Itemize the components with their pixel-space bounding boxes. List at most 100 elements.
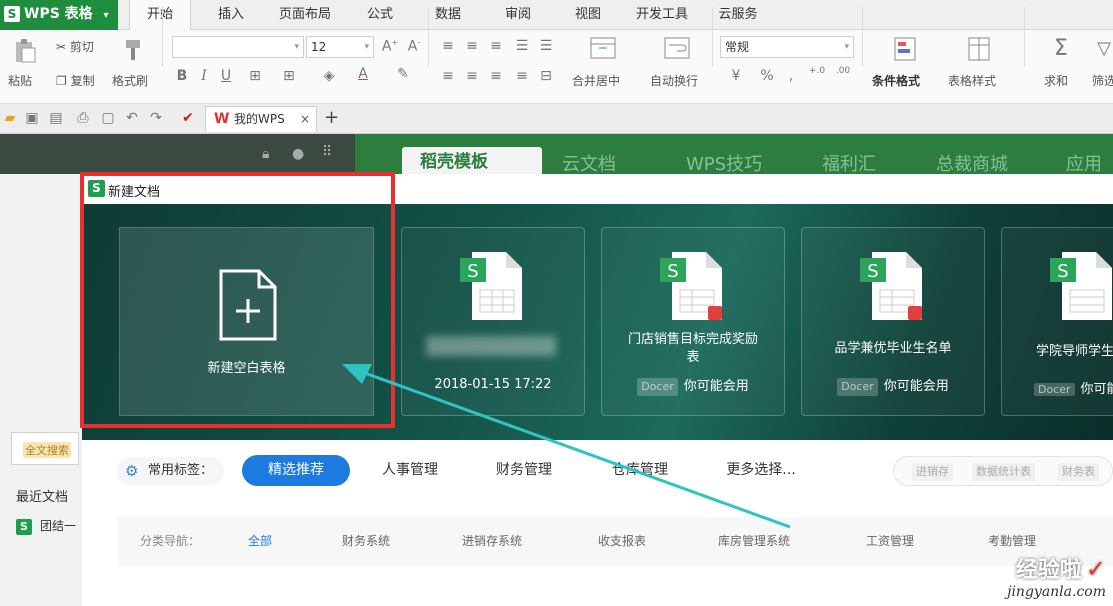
align-right-icon[interactable]: ≡ [486,68,506,84]
paste-icon[interactable] [10,38,40,66]
template-card[interactable]: S 品学兼优毕业生名单 Docer 你可能会用 [801,227,985,416]
tab-data[interactable]: 数据 [424,0,472,30]
divider [862,7,863,67]
search-tag[interactable]: 财务表 [1058,463,1099,481]
tab-page-layout[interactable]: 页面布局 [268,0,342,30]
category-item[interactable]: 库房管理系统 [718,532,790,549]
tab-insert[interactable]: 插入 [206,0,256,30]
grow-font-icon[interactable]: A+ [380,38,400,55]
paste-label[interactable]: 粘贴 [8,72,32,89]
tag-hr[interactable]: 人事管理 [372,455,448,486]
font-name-select[interactable]: ▾ [172,36,304,58]
clear-format-icon[interactable]: ✎ [392,66,414,82]
template-title: 门店销售目标完成奖励表 [627,332,758,365]
scissors-icon: ✂ [56,40,67,54]
save-icon[interactable]: ▣ [24,110,40,126]
template-card[interactable]: S 学院导师学生 Docer你可能 [1001,227,1113,416]
underline-button[interactable]: U [218,68,234,84]
shrink-font-icon[interactable]: A- [404,38,424,55]
undo-icon[interactable]: ↶ [124,110,140,126]
sum-icon[interactable]: Σ [1048,36,1074,61]
font-size-select[interactable]: 12 ▾ [306,36,374,58]
table-style-label[interactable]: 表格样式 [948,72,996,89]
conditional-format-icon[interactable] [890,36,920,64]
lock-icon[interactable]: 🔒︎ [262,146,269,162]
customize-icon[interactable]: ✔ [180,110,196,126]
italic-button[interactable]: I [196,68,212,84]
merge-center-icon[interactable] [588,36,618,64]
outdent-icon[interactable]: ☰ [536,38,556,54]
fill-color-icon[interactable]: ◈ [318,68,340,84]
docer-tag: Docer [637,378,678,396]
redo-icon[interactable]: ↷ [148,110,164,126]
distributed-icon[interactable]: ⊟ [536,68,556,84]
tag-warehouse[interactable]: 仓库管理 [602,455,678,486]
tag-more[interactable]: 更多选择... [716,455,806,486]
filter-icon[interactable]: ▽ [1094,38,1113,59]
format-painter-icon[interactable] [118,38,148,66]
decrease-decimal-icon[interactable]: .00 [832,66,854,76]
new-blank-spreadsheet-button[interactable]: 新建空白表格 [119,227,374,416]
currency-icon[interactable]: ¥ [724,68,748,84]
number-format-select[interactable]: 常规 ▾ [720,36,854,58]
copy-button[interactable]: ❐ 复制 [56,72,95,89]
category-item[interactable]: 收支报表 [598,532,646,549]
wrap-text-label[interactable]: 自动换行 [650,72,698,89]
template-card[interactable]: S 门店销售目标完成奖励表 Docer 你可能会用 [601,227,785,416]
full-text-search-button[interactable]: 全文搜索 [11,432,79,465]
blurred-title [426,336,556,356]
align-center-icon[interactable]: ≡ [462,68,482,84]
wrap-text-icon[interactable] [662,36,692,64]
category-item[interactable]: 财务系统 [342,532,390,549]
category-all[interactable]: 全部 [248,532,272,549]
template-card[interactable]: S 2018-01-15 17:22 [401,227,585,416]
table-style-icon[interactable] [964,36,994,64]
font-color-icon[interactable]: A [352,66,374,82]
svg-text:S: S [467,261,478,282]
thousands-icon[interactable]: , [784,68,798,84]
close-icon[interactable]: × [300,107,310,131]
common-tags-button[interactable]: ⚙ 常用标签： [116,457,224,485]
align-middle-icon[interactable]: ≡ [462,38,482,54]
filter-label[interactable]: 筛选 [1092,72,1113,89]
sum-label[interactable]: 求和 [1044,72,1068,89]
conditional-format-label[interactable]: 条件格式 [872,72,920,89]
category-item[interactable]: 进销存系统 [462,532,522,549]
tag-finance[interactable]: 财务管理 [486,455,562,486]
doc-tab-my-wps[interactable]: W 我的WPS × [205,106,317,132]
cut-button[interactable]: ✂ 剪切 [56,38,94,55]
format-painter-label[interactable]: 格式刷 [112,72,148,89]
increase-decimal-icon[interactable]: +.0 [806,66,828,76]
grid-apps-icon[interactable]: ⠿ [322,144,332,160]
border-icon[interactable]: ⊞ [244,68,266,84]
category-item[interactable]: 考勤管理 [988,532,1036,549]
dialog-title: 新建文档 [108,185,161,200]
print-preview-icon[interactable]: ▢ [100,110,116,126]
chat-icon[interactable]: ● [292,146,304,162]
align-top-icon[interactable]: ≡ [438,38,458,54]
tab-cloud[interactable]: 云服务 [709,0,767,30]
tab-start[interactable]: 开始 [129,0,191,31]
app-menu-button[interactable]: S WPS 表格 ▾ [0,0,118,30]
indent-icon[interactable]: ☰ [512,38,532,54]
search-tag[interactable]: 进销存 [912,463,953,481]
print-icon[interactable]: ⎙ [74,110,92,126]
category-item[interactable]: 工资管理 [866,532,914,549]
align-left-icon[interactable]: ≡ [438,68,458,84]
recent-doc-item[interactable]: S 团结一 [16,517,76,535]
open-folder-icon[interactable]: ▰ [2,110,18,126]
bold-button[interactable]: B [174,68,190,84]
percent-button[interactable]: % [758,68,776,84]
search-tag[interactable]: 数据统计表 [972,463,1035,481]
save-as-icon[interactable]: ▤ [48,110,64,126]
align-bottom-icon[interactable]: ≡ [486,38,506,54]
tab-developer[interactable]: 开发工具 [628,0,696,30]
tab-view[interactable]: 视图 [564,0,612,30]
add-tab-button[interactable]: + [324,107,339,128]
justify-icon[interactable]: ≡ [512,68,532,84]
tab-formula[interactable]: 公式 [356,0,404,30]
merge-center-label[interactable]: 合并居中 [572,72,620,89]
tab-review[interactable]: 审阅 [494,0,542,30]
tag-featured[interactable]: 精选推荐 [242,455,350,486]
merge-border-icon[interactable]: ⊞ [278,68,300,84]
